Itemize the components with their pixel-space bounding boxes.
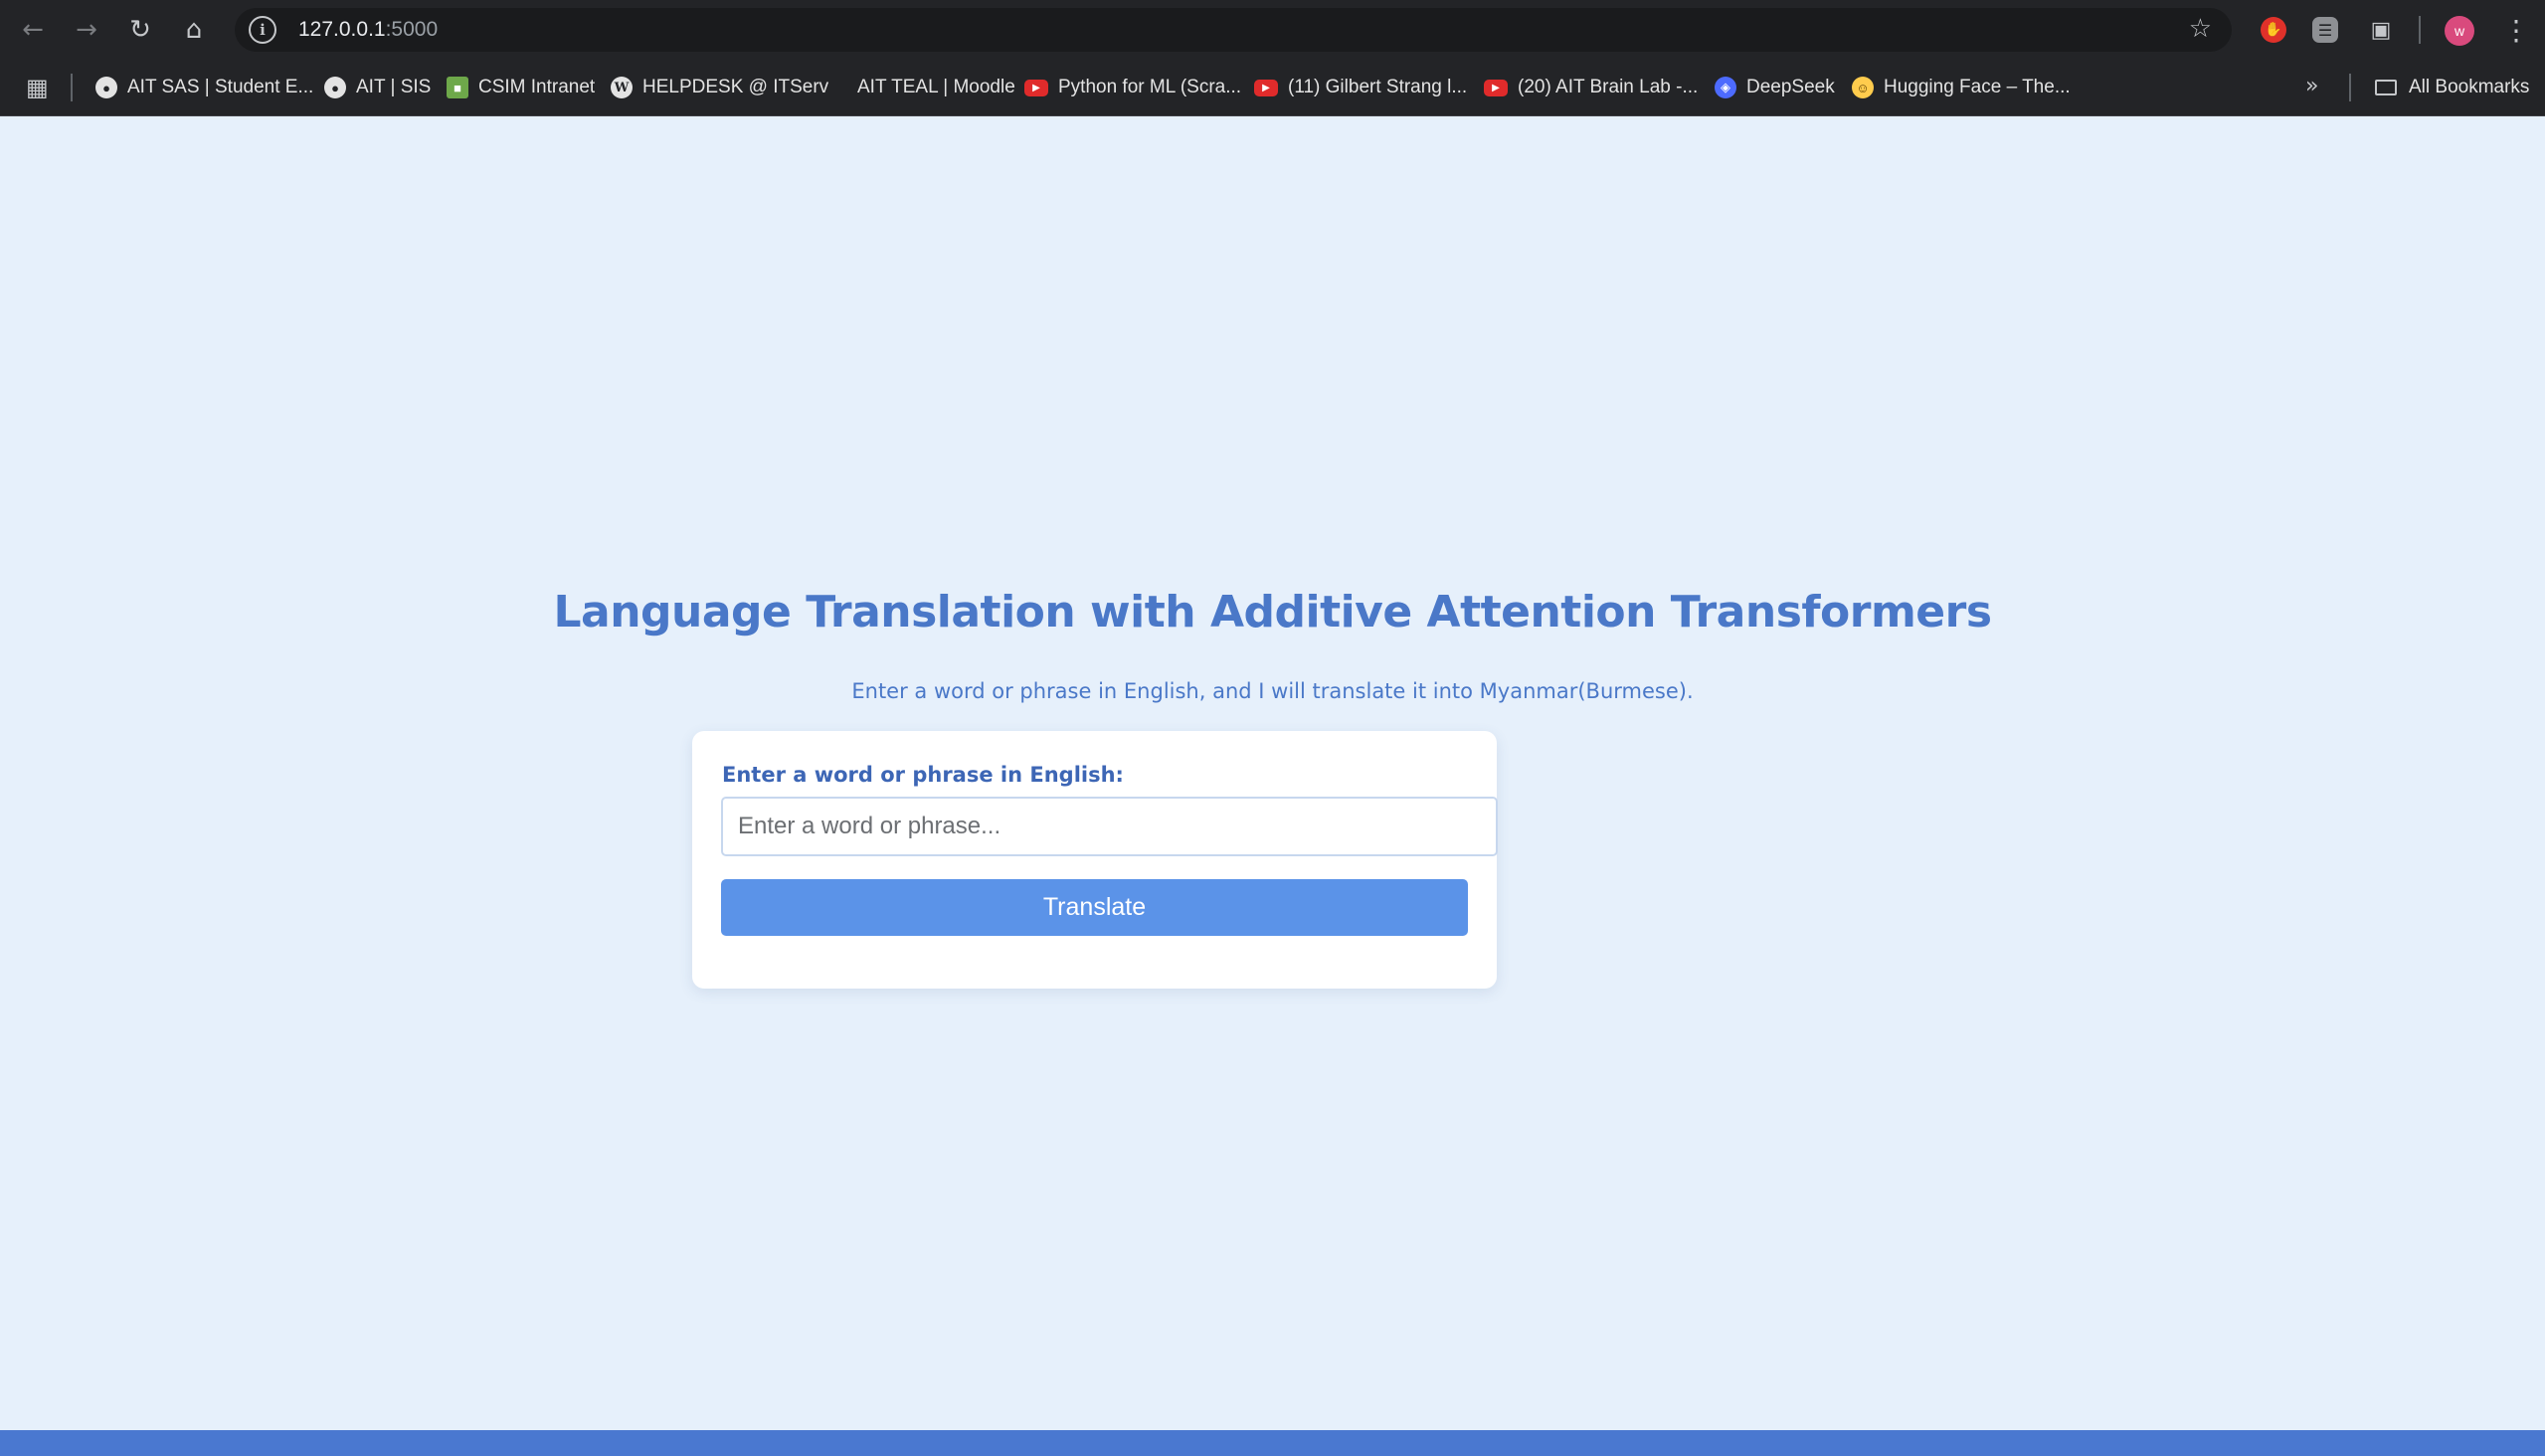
- bookmark-python-for-ml[interactable]: ▶ Python for ML (Scra...: [1024, 71, 1241, 104]
- input-label: Enter a word or phrase in English:: [722, 763, 1124, 787]
- folder-icon: [2375, 80, 2397, 95]
- reload-icon[interactable]: ↻: [113, 0, 167, 60]
- address-url: 127.0.0.1:5000: [298, 18, 438, 42]
- bookmark-label: Hugging Face – The...: [1884, 77, 2071, 97]
- site-info-icon[interactable]: i: [249, 16, 276, 44]
- bookmark-ait-brain-lab[interactable]: ▶ (20) AIT Brain Lab -...: [1484, 71, 1698, 104]
- page-subtitle: Enter a word or phrase in English, and I…: [851, 679, 1694, 703]
- browser-menu-icon[interactable]: ⋮: [2502, 14, 2530, 47]
- globe-icon: ●: [95, 77, 117, 98]
- all-bookmarks-button[interactable]: All Bookmarks: [2375, 71, 2529, 104]
- url-port: :5000: [385, 18, 439, 41]
- toolbar-divider: [2419, 16, 2421, 44]
- bookmark-label: Python for ML (Scra...: [1058, 77, 1242, 97]
- browser-toolbar: ← → ↻ ⌂ i 127.0.0.1:5000 ☆ ✋ ☰ ▣ w ⋮: [0, 0, 2545, 60]
- bookmark-ait-sis[interactable]: ● AIT | SIS: [324, 71, 431, 104]
- bookmark-star-icon[interactable]: ☆: [2189, 14, 2212, 44]
- page-title: Language Translation with Additive Atten…: [553, 587, 1992, 637]
- bookmark-csim-intranet[interactable]: ■ CSIM Intranet: [447, 71, 595, 104]
- extension-shield-icon[interactable]: ✋: [2258, 14, 2289, 46]
- bookmarks-divider: [71, 74, 73, 101]
- translation-form-card: Enter a word or phrase in English: Trans…: [692, 731, 1498, 989]
- bookmark-label: AIT | SIS: [356, 77, 432, 97]
- forward-arrow-icon[interactable]: →: [60, 0, 113, 60]
- huggingface-icon: ☺: [1852, 77, 1874, 98]
- address-bar[interactable]: i 127.0.0.1:5000 ☆: [235, 8, 2232, 52]
- bookmark-hugging-face[interactable]: ☺ Hugging Face – The...: [1852, 71, 2071, 104]
- bookmark-label: AIT SAS | Student E...: [127, 77, 314, 97]
- more-bookmarks-icon[interactable]: »: [2305, 74, 2318, 98]
- bookmark-label: (11) Gilbert Strang l...: [1288, 77, 1468, 97]
- home-icon[interactable]: ⌂: [167, 0, 221, 60]
- extension-chat-icon[interactable]: ☰: [2309, 14, 2341, 46]
- deepseek-icon: ◈: [1715, 77, 1736, 98]
- profile-avatar[interactable]: w: [2445, 16, 2474, 46]
- bookmark-label: DeepSeek: [1746, 77, 1835, 97]
- bookmark-ait-sas[interactable]: ● AIT SAS | Student E...: [95, 71, 313, 104]
- bookmark-label: HELPDESK @ ITServ: [642, 77, 829, 97]
- bookmark-deepseek[interactable]: ◈ DeepSeek: [1715, 71, 1835, 104]
- youtube-icon: ▶: [1484, 79, 1508, 96]
- bookmarks-bar: ▦ ● AIT SAS | Student E... ● AIT | SIS ■…: [0, 60, 2545, 116]
- bookmark-label: (20) AIT Brain Lab -...: [1518, 77, 1699, 97]
- extensions-puzzle-icon[interactable]: ▣: [2365, 14, 2397, 46]
- bookmark-label: CSIM Intranet: [478, 77, 596, 97]
- apps-grid-icon[interactable]: ▦: [26, 74, 49, 101]
- translate-button[interactable]: Translate: [721, 879, 1468, 936]
- footer-bar: [0, 1430, 2545, 1456]
- youtube-icon: ▶: [1254, 79, 1278, 96]
- phrase-input[interactable]: [721, 797, 1498, 856]
- back-arrow-icon[interactable]: ←: [6, 0, 60, 60]
- url-host: 127.0.0.1: [298, 18, 386, 41]
- youtube-icon: ▶: [1024, 79, 1048, 96]
- bookmark-ait-teal-moodle[interactable]: AIT TEAL | Moodle: [857, 71, 1015, 104]
- csim-icon: ■: [447, 77, 468, 98]
- bookmarks-divider: [2349, 74, 2351, 101]
- wordpress-icon: W: [611, 77, 633, 98]
- bookmark-helpdesk[interactable]: W HELPDESK @ ITServ: [611, 71, 828, 104]
- bookmark-gilbert-strang[interactable]: ▶ (11) Gilbert Strang l...: [1254, 71, 1467, 104]
- all-bookmarks-label: All Bookmarks: [2409, 77, 2530, 97]
- globe-icon: ●: [324, 77, 346, 98]
- bookmark-label: AIT TEAL | Moodle: [857, 77, 1015, 97]
